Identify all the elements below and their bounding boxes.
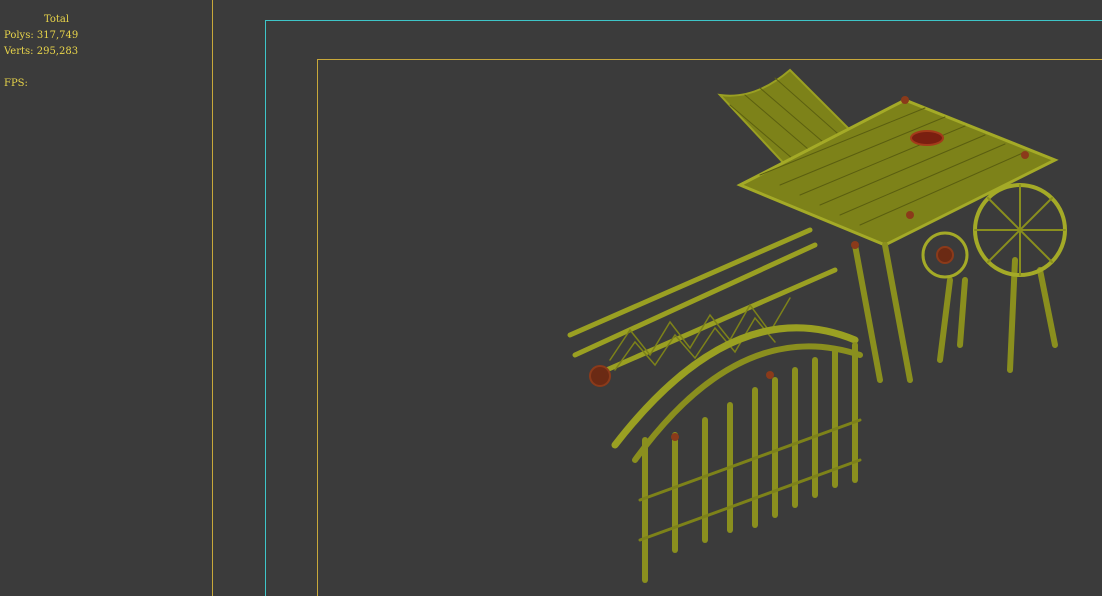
stats-verts-row: Verts: 295,283 (4, 44, 78, 60)
viewport-guide-line (212, 0, 213, 596)
bamboo-waterwheel-model[interactable] (555, 60, 1075, 590)
stats-gap (4, 60, 78, 76)
verts-label: Verts: (4, 46, 34, 57)
polys-label: Polys: (4, 30, 34, 41)
fps-label: FPS: (4, 78, 28, 89)
statistics-overlay: Total Polys: 317,749 Verts: 295,283 FPS: (4, 12, 78, 92)
conveyor-pulley (589, 365, 611, 387)
viewport[interactable]: Total Polys: 317,749 Verts: 295,283 FPS: (0, 0, 1102, 596)
red-barrel (910, 130, 944, 146)
stats-polys-row: Polys: 317,749 (4, 28, 78, 44)
stats-total-label: Total (44, 14, 70, 25)
verts-value: 295,283 (36, 46, 79, 57)
polys-value: 317,749 (36, 30, 79, 41)
